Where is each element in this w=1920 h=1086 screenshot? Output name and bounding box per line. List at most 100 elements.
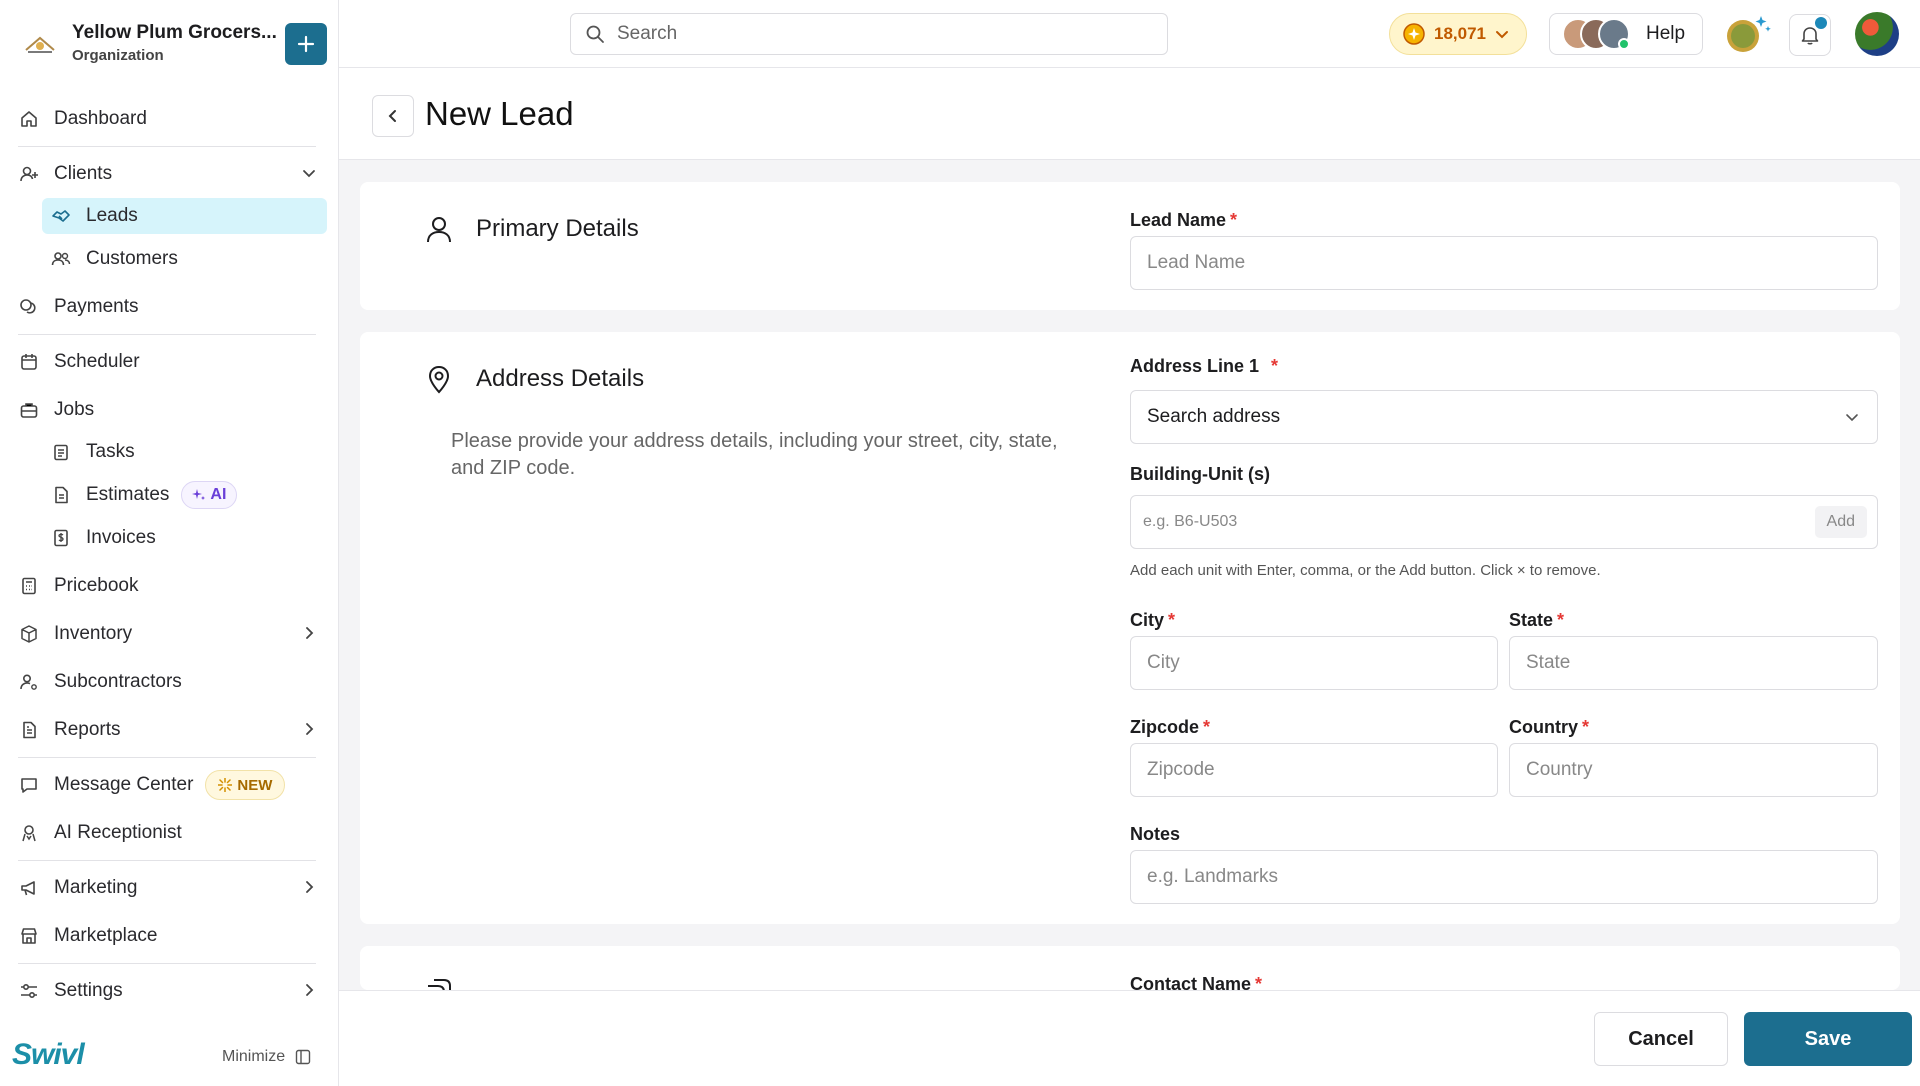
location-pin-icon: [424, 364, 454, 394]
sidebar-item-clients[interactable]: Clients: [18, 156, 318, 192]
lead-name-label: Lead Name *: [1130, 210, 1238, 230]
page-header: New Lead: [339, 68, 1920, 160]
state-input[interactable]: [1526, 652, 1861, 674]
sidebar-item-invoices[interactable]: Invoices: [50, 520, 327, 556]
sidebar-item-label: Scheduler: [54, 351, 140, 372]
store-icon: [18, 925, 40, 947]
chevron-right-icon: [300, 981, 318, 999]
building-unit-field[interactable]: Add: [1130, 495, 1878, 549]
city-input[interactable]: [1147, 652, 1481, 674]
country-label: Country *: [1509, 717, 1590, 737]
city-field[interactable]: [1130, 636, 1498, 690]
notes-label: Notes: [1130, 824, 1181, 844]
chevron-down-icon: [1843, 408, 1861, 426]
building-unit-label: Building-Unit (s): [1130, 464, 1270, 484]
required-mark: *: [1203, 717, 1211, 737]
online-status-dot: [1618, 38, 1630, 50]
help-button[interactable]: Help: [1549, 13, 1703, 55]
address-details-header: Address Details: [424, 364, 644, 394]
sidebar-item-label: Clients: [54, 163, 113, 184]
save-button[interactable]: Save: [1744, 1012, 1912, 1066]
search-bar[interactable]: [570, 13, 1168, 55]
sidebar-item-message-center[interactable]: Message Center NEW: [18, 767, 318, 803]
rewards-icon[interactable]: [1725, 14, 1771, 56]
address-line1-select[interactable]: Search address: [1130, 390, 1878, 444]
add-unit-button[interactable]: Add: [1814, 506, 1867, 538]
chat-icon: [18, 774, 40, 796]
form-action-bar: Cancel Save: [339, 990, 1920, 1086]
chevron-right-icon: [300, 878, 318, 896]
chevron-right-icon: [300, 720, 318, 738]
coins-icon: [18, 296, 40, 318]
new-badge: NEW: [205, 770, 286, 800]
sidebar-item-inventory[interactable]: Inventory: [18, 616, 318, 652]
sidebar-item-subcontractors[interactable]: Subcontractors: [18, 664, 318, 700]
section-title: Address Details: [476, 365, 645, 392]
brand-logo: Swivl: [12, 1038, 85, 1071]
chevron-right-icon: [300, 624, 318, 642]
sidebar-item-label: Dashboard: [54, 108, 147, 129]
sidebar-item-tasks[interactable]: Tasks: [50, 434, 327, 470]
megaphone-icon: [18, 877, 40, 899]
document-icon: [50, 484, 72, 506]
sidebar-item-customers[interactable]: Customers: [50, 241, 327, 277]
state-field[interactable]: [1509, 636, 1878, 690]
organization-switcher[interactable]: Yellow Plum Grocers... Organization: [18, 20, 328, 70]
notifications-button[interactable]: [1789, 14, 1831, 56]
search-input[interactable]: [617, 23, 1137, 45]
report-icon: [18, 719, 40, 741]
sidebar-item-label: Pricebook: [54, 575, 139, 596]
sidebar-item-ai-receptionist[interactable]: AI Receptionist: [18, 815, 318, 851]
divider: [18, 334, 316, 335]
sidebar-item-marketplace[interactable]: Marketplace: [18, 918, 318, 954]
chevron-down-icon: [300, 164, 318, 182]
calculator-icon: [18, 575, 40, 597]
sidebar-item-jobs[interactable]: Jobs: [18, 392, 318, 428]
sidebar-item-marketing[interactable]: Marketing: [18, 870, 318, 906]
address-line1-value: Search address: [1147, 406, 1281, 427]
lead-name-input[interactable]: [1147, 252, 1861, 274]
country-input[interactable]: [1526, 759, 1861, 781]
sparkle-icon: [192, 488, 206, 502]
divider: [18, 963, 316, 964]
sidebar-footer: Swivl Minimize: [0, 1030, 339, 1086]
state-label: State *: [1509, 610, 1565, 630]
calendar-icon: [18, 351, 40, 373]
user-avatar[interactable]: [1855, 12, 1899, 56]
back-button[interactable]: [372, 95, 414, 137]
required-mark: *: [1255, 974, 1263, 990]
country-field[interactable]: [1509, 743, 1878, 797]
notification-dot: [1815, 17, 1827, 29]
credits-dropdown[interactable]: 18,071: [1389, 13, 1527, 55]
handshake-icon: [50, 205, 72, 227]
divider: [18, 860, 316, 861]
sidebar-item-dashboard[interactable]: Dashboard: [18, 101, 318, 137]
sidebar-item-settings[interactable]: Settings: [18, 973, 318, 1009]
organization-logo-icon: [24, 32, 56, 58]
sidebar-item-reports[interactable]: Reports: [18, 712, 318, 748]
sidebar-item-scheduler[interactable]: Scheduler: [18, 344, 318, 380]
zipcode-input[interactable]: [1147, 759, 1481, 781]
notes-field[interactable]: [1130, 850, 1878, 904]
user-icon: [424, 214, 454, 244]
zipcode-field[interactable]: [1130, 743, 1498, 797]
lead-name-field[interactable]: [1130, 236, 1878, 290]
divider: [18, 757, 316, 758]
sidebar-item-estimates[interactable]: Estimates AI: [50, 477, 327, 513]
required-mark: *: [1271, 356, 1279, 376]
minimize-button[interactable]: Minimize: [222, 1048, 311, 1066]
address-details-card: Address Details Please provide your addr…: [360, 332, 1900, 924]
sidebar-item-pricebook[interactable]: Pricebook: [18, 568, 318, 604]
organization-subtitle: Organization: [72, 47, 164, 64]
required-mark: *: [1582, 717, 1590, 737]
page-title: New Lead: [425, 95, 574, 132]
chevron-down-icon: [1494, 26, 1510, 42]
home-icon: [18, 108, 40, 130]
notes-input[interactable]: [1147, 866, 1861, 888]
building-unit-input[interactable]: [1143, 513, 1815, 531]
sidebar-item-leads[interactable]: Leads: [42, 198, 327, 234]
sliders-icon: [18, 980, 40, 1002]
add-button[interactable]: [285, 23, 327, 65]
sidebar-item-payments[interactable]: Payments: [18, 289, 318, 325]
cancel-button[interactable]: Cancel: [1594, 1012, 1728, 1066]
